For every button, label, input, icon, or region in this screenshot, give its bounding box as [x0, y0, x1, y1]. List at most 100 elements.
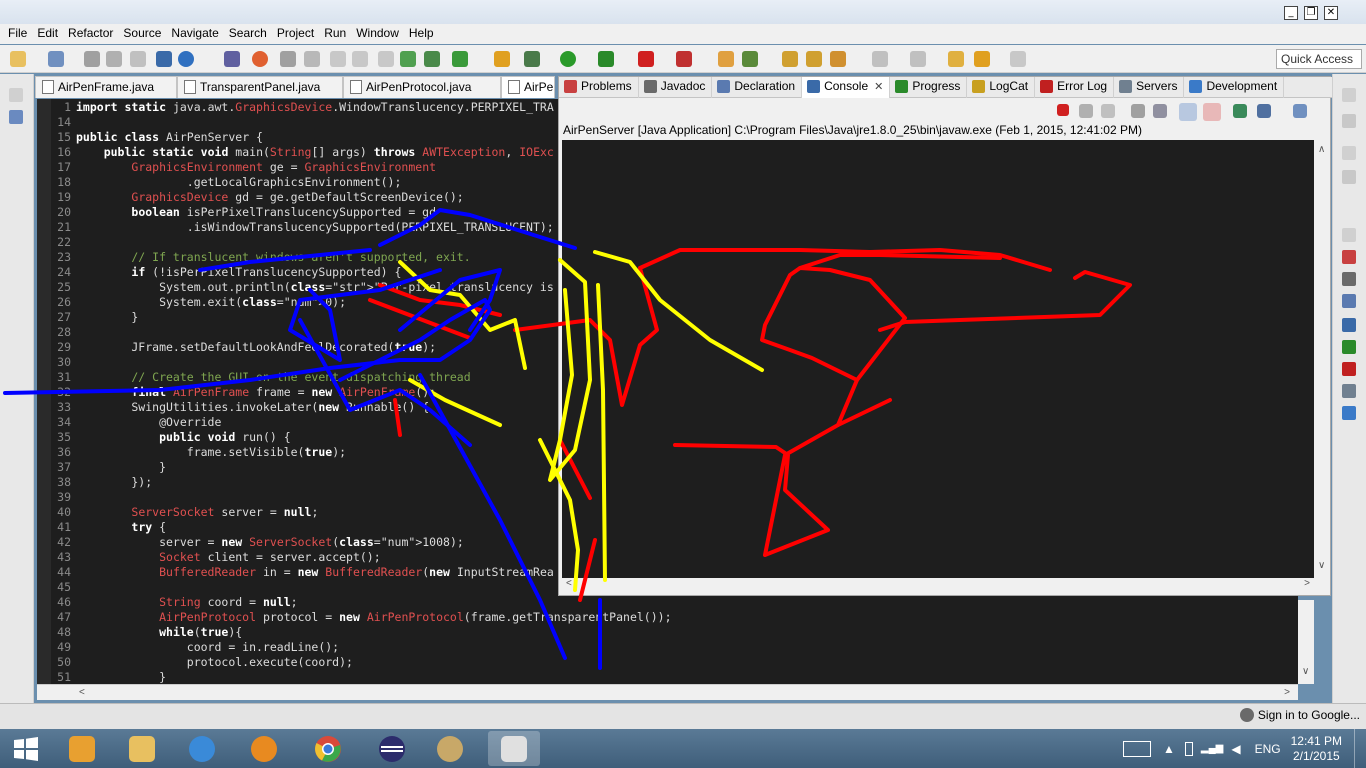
scroll-right-icon[interactable]: > [1284, 687, 1290, 698]
menu-run[interactable]: Run [324, 24, 352, 44]
paragraph-icon[interactable] [352, 51, 368, 67]
block-icon[interactable] [330, 51, 346, 67]
prev-annotation-icon[interactable] [910, 51, 926, 67]
last-edit-icon[interactable] [948, 51, 964, 67]
scroll-up-icon[interactable]: ∧ [1318, 144, 1325, 155]
battery-icon[interactable] [1184, 741, 1193, 756]
whitespace-icon[interactable] [378, 51, 394, 67]
taskbar-chrome[interactable] [302, 731, 354, 766]
console-output[interactable] [562, 140, 1314, 578]
declaration-icon[interactable] [1342, 294, 1356, 308]
toggle-mark-icon[interactable] [280, 51, 296, 67]
close-icon[interactable]: ✕ [874, 81, 883, 93]
taskbar-paint[interactable] [424, 731, 476, 766]
restore-button[interactable]: ❐ [1304, 6, 1318, 20]
code-line[interactable]: 49 coord = in.readLine(); [51, 640, 672, 655]
scroll-right-icon[interactable]: > [1304, 578, 1310, 589]
console-icon[interactable] [1342, 318, 1356, 332]
taskbar-file-explorer[interactable] [116, 731, 168, 766]
run-last-icon[interactable] [598, 51, 614, 67]
skip-breakpoints-icon[interactable] [224, 51, 240, 67]
code-line[interactable]: 48 while(true){ [51, 625, 672, 640]
display-console-icon[interactable] [1257, 104, 1271, 118]
menu-help[interactable]: Help [409, 24, 440, 44]
menu-project[interactable]: Project [277, 24, 320, 44]
outline-icon[interactable] [1342, 114, 1356, 128]
restore-icon[interactable] [1342, 228, 1356, 242]
forward-icon[interactable] [1010, 51, 1026, 67]
pen-icon[interactable] [304, 51, 320, 67]
show-stderr-icon[interactable] [1203, 103, 1221, 121]
next-annotation-icon[interactable] [872, 51, 888, 67]
help-icon[interactable] [178, 51, 194, 67]
open-task-icon[interactable] [806, 51, 822, 67]
tab-problems[interactable]: Problems [559, 77, 639, 98]
show-desktop-button[interactable] [1354, 729, 1366, 768]
error-log-icon[interactable] [1342, 362, 1356, 376]
menu-window[interactable]: Window [356, 24, 405, 44]
sync-icon[interactable] [252, 51, 268, 67]
taskbar-eclipse[interactable] [366, 731, 418, 766]
clock[interactable]: 12:41 PM 2/1/2015 [1291, 734, 1342, 764]
package-explorer-icon[interactable] [9, 110, 23, 124]
scroll-down-icon[interactable]: ∨ [1318, 560, 1325, 571]
taskbar-metro-apps[interactable] [56, 731, 108, 766]
volume-icon[interactable]: ◀ [1231, 742, 1240, 756]
servers-icon[interactable] [1342, 384, 1356, 398]
tab-console[interactable]: Console ✕ [802, 77, 891, 98]
menu-file[interactable]: File [8, 24, 33, 44]
problems-icon[interactable] [1342, 250, 1356, 264]
tab-logcat[interactable]: LogCat [967, 77, 1036, 98]
tab-airpenserver[interactable]: AirPen [501, 76, 555, 98]
tab-airpenprotocol[interactable]: AirPenProtocol.java [343, 76, 501, 98]
editor-horizontal-scrollbar[interactable]: < > [37, 684, 1298, 700]
taskbar-java[interactable] [488, 731, 540, 766]
restore-icon[interactable] [9, 88, 23, 102]
show-stdout-icon[interactable] [1179, 103, 1197, 121]
google-signin[interactable]: Sign in to Google... [1239, 708, 1360, 722]
back-icon[interactable] [974, 51, 990, 67]
save-all-icon[interactable] [106, 51, 122, 67]
development-icon[interactable] [1342, 406, 1356, 420]
remove-launch-icon[interactable] [1079, 104, 1093, 118]
tab-javadoc[interactable]: Javadoc [639, 77, 713, 98]
remove-all-icon[interactable] [1101, 104, 1115, 118]
close-button[interactable]: ✕ [1324, 6, 1338, 20]
scroll-left-icon[interactable]: < [566, 578, 572, 589]
print-icon[interactable] [130, 51, 146, 67]
keyboard-icon[interactable] [1123, 740, 1152, 757]
menu-source[interactable]: Source [123, 24, 167, 44]
open-console-icon[interactable] [1293, 104, 1307, 118]
new-project-icon[interactable] [48, 51, 64, 67]
tab-declaration[interactable]: Declaration [712, 77, 803, 98]
progress-icon[interactable] [1342, 340, 1356, 354]
restore-icon[interactable] [1342, 146, 1356, 160]
scroll-down-icon[interactable]: ∨ [1302, 666, 1309, 677]
tab-error-log[interactable]: Error Log [1035, 77, 1115, 98]
tab-airpenframe[interactable]: AirPenFrame.java [35, 76, 177, 98]
google-icon[interactable] [156, 51, 172, 67]
open-type-icon[interactable] [782, 51, 798, 67]
pin-console-icon[interactable] [1233, 104, 1247, 118]
tab-progress[interactable]: Progress [890, 77, 968, 98]
console-vertical-scrollbar[interactable]: ∧ ∨ [1314, 140, 1330, 578]
menu-search[interactable]: Search [229, 24, 273, 44]
code-line[interactable]: 51 } [51, 670, 672, 684]
debug-icon[interactable] [524, 51, 540, 67]
checkbox-icon[interactable] [452, 51, 468, 67]
language-indicator[interactable]: ENG [1255, 742, 1281, 756]
run-icon[interactable] [560, 51, 576, 67]
new-class-icon[interactable] [718, 51, 734, 67]
scroll-left-icon[interactable]: < [79, 687, 85, 698]
code-line[interactable]: 46 String coord = null; [51, 595, 672, 610]
code-line[interactable]: 47 AirPenProtocol protocol = new AirPenP… [51, 610, 671, 625]
tab-servers[interactable]: Servers [1114, 77, 1185, 98]
menu-refactor[interactable]: Refactor [68, 24, 119, 44]
menu-navigate[interactable]: Navigate [171, 24, 224, 44]
terminate-icon[interactable] [1057, 104, 1069, 116]
clear-console-icon[interactable] [1131, 104, 1145, 118]
search-icon[interactable] [830, 51, 846, 67]
lint-icon[interactable] [494, 51, 510, 67]
scroll-lock-icon[interactable] [1153, 104, 1167, 118]
menu-edit[interactable]: Edit [37, 24, 64, 44]
